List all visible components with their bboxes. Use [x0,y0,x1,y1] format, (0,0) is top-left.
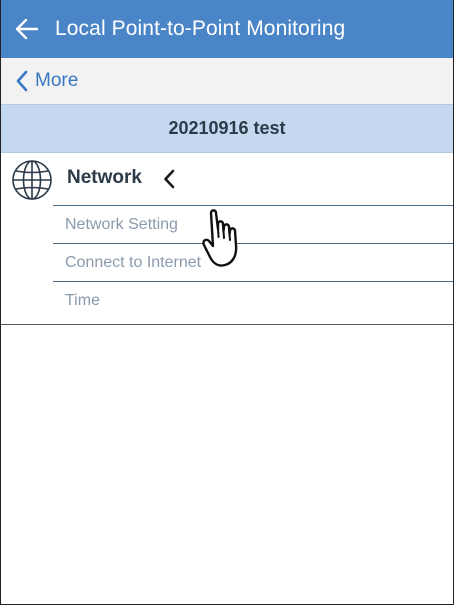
network-section-header[interactable]: Network [1,153,453,205]
section-title: Network [67,167,142,188]
hand-pointer-icon [202,209,238,267]
arrow-left-icon [15,18,39,40]
menu-item-label: Time [65,291,100,309]
app-screen: Local Point-to-Point Monitoring More 202… [0,0,454,605]
menu-item-time[interactable]: Time [53,281,453,319]
menu-item-label: Connect to Internet [65,253,202,271]
device-name-bar: 20210916 test [1,104,453,153]
more-back-link[interactable]: More [1,58,453,104]
device-name: 20210916 test [168,118,286,138]
more-label: More [35,70,79,91]
globe-icon [12,160,52,200]
page-title: Local Point-to-Point Monitoring [55,17,346,40]
app-header: Local Point-to-Point Monitoring [1,0,453,58]
chevron-left-icon[interactable] [159,167,179,191]
chevron-left-icon [15,70,29,92]
menu-item-label: Network Setting [65,215,178,233]
back-button[interactable] [1,0,53,58]
